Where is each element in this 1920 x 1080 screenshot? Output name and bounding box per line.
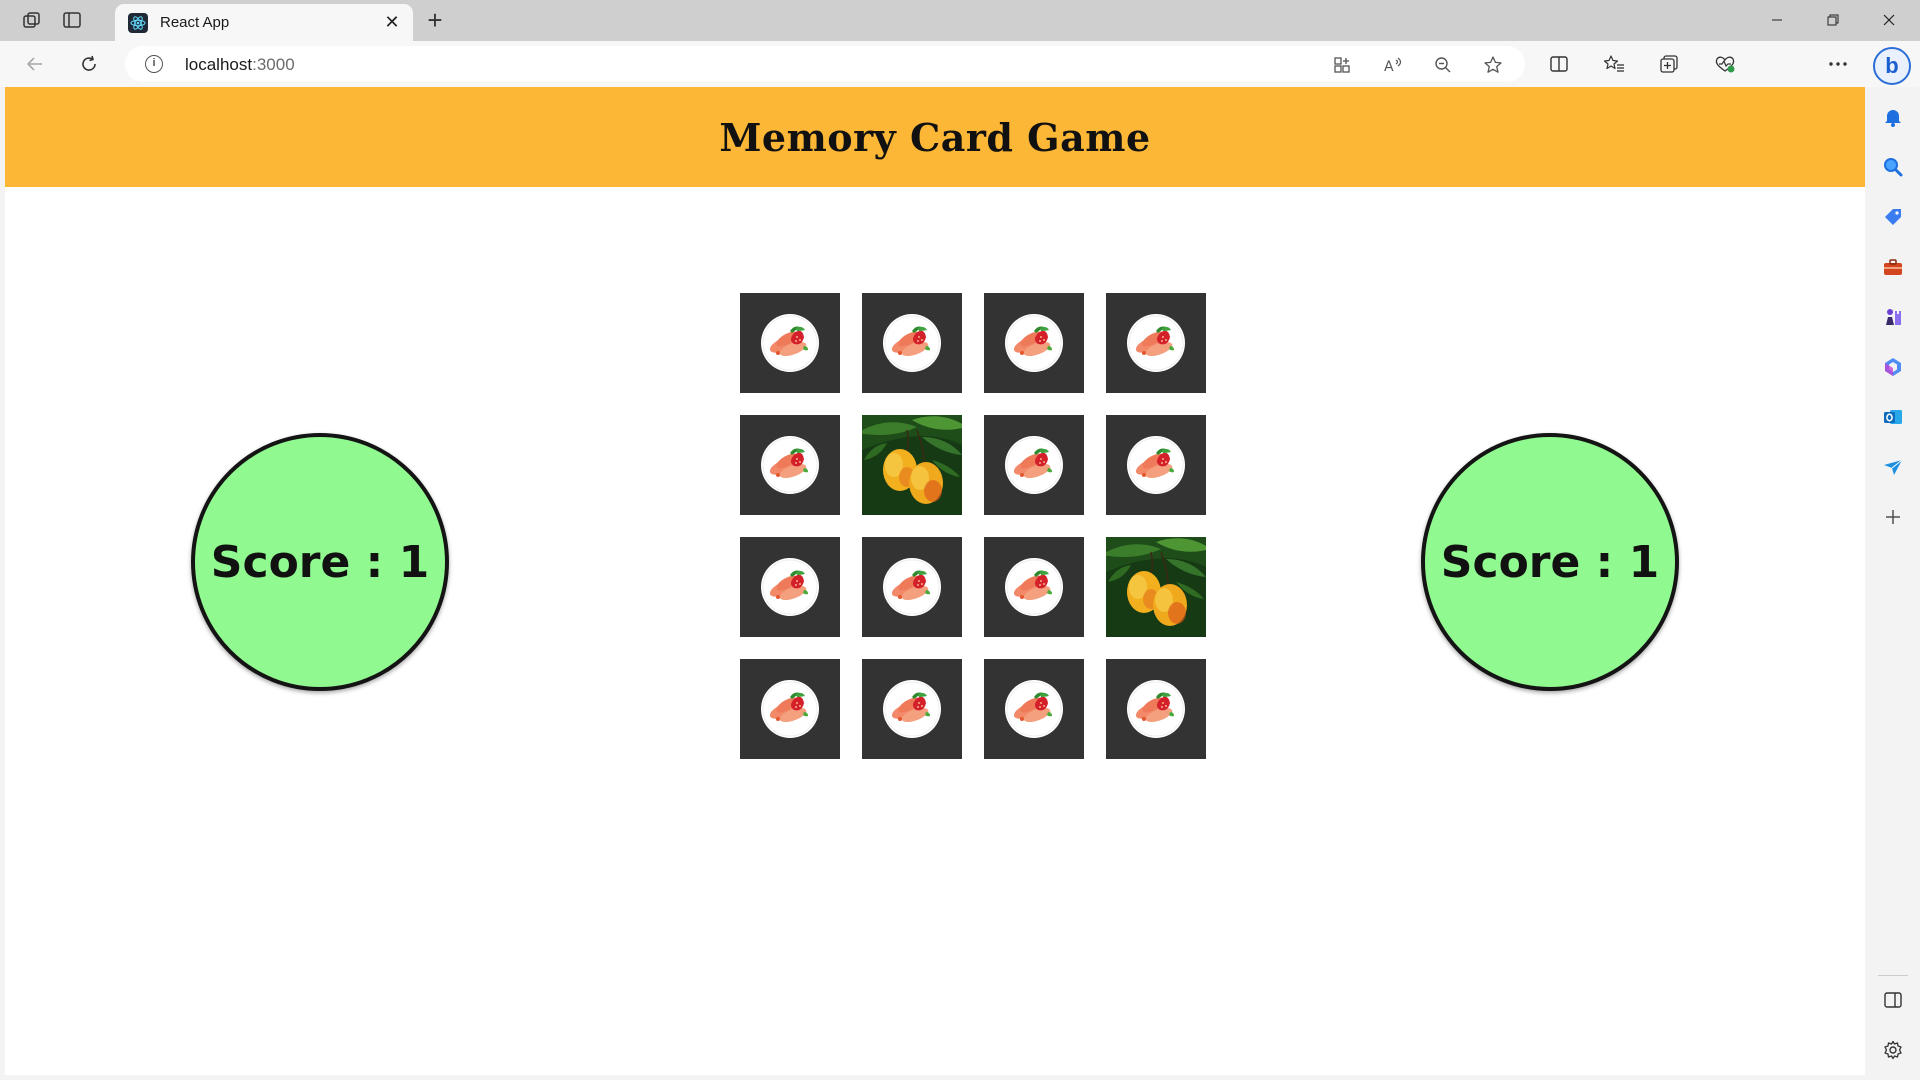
memory-card[interactable] (1106, 293, 1206, 393)
browser-toolbar: i localhost:3000 A (0, 41, 1920, 119)
fruit-plate-icon (883, 314, 941, 372)
memory-card-revealed[interactable] (862, 415, 962, 515)
card-grid (740, 293, 1208, 761)
hide-sidebar-icon[interactable] (1880, 987, 1906, 1013)
shopping-tag-icon[interactable] (1880, 204, 1906, 230)
settings-gear-icon[interactable] (1880, 1037, 1906, 1063)
player-two-score: Score : 1 (1421, 433, 1679, 691)
tab-bar: React App ✕ + (0, 0, 1920, 41)
memory-card[interactable] (740, 537, 840, 637)
more-options-icon[interactable] (1823, 49, 1853, 79)
memory-card[interactable] (862, 293, 962, 393)
score-label: Score : 1 (1440, 536, 1660, 588)
edge-sidebar (1866, 87, 1920, 1080)
memory-card[interactable] (984, 415, 1084, 515)
read-aloud-icon[interactable]: A (1382, 54, 1404, 76)
workspaces-icon[interactable] (18, 8, 46, 32)
new-tab-button[interactable]: + (420, 6, 450, 36)
search-icon[interactable] (1880, 154, 1906, 180)
zoom-out-icon[interactable] (1432, 54, 1454, 76)
minimize-icon[interactable] (1754, 6, 1800, 34)
tools-briefcase-icon[interactable] (1880, 254, 1906, 280)
tab-react-app[interactable]: React App ✕ (115, 4, 413, 41)
address-url[interactable]: localhost:3000 (185, 55, 295, 75)
bing-copilot-icon[interactable]: b (1873, 47, 1911, 85)
page-title: Memory Card Game (719, 114, 1151, 160)
memory-card[interactable] (740, 415, 840, 515)
memory-card[interactable] (740, 659, 840, 759)
address-bar[interactable]: i localhost:3000 A (125, 46, 1525, 82)
address-host: localhost (185, 55, 253, 74)
app-available-icon[interactable] (1331, 54, 1353, 76)
fruit-plate-icon (883, 680, 941, 738)
fruit-plate-icon (883, 558, 941, 616)
memory-card[interactable] (984, 537, 1084, 637)
memory-card[interactable] (984, 293, 1084, 393)
memory-card[interactable] (1106, 659, 1206, 759)
app-header: Memory Card Game (5, 87, 1865, 187)
fruit-plate-icon (1127, 680, 1185, 738)
notifications-bell-icon[interactable] (1880, 104, 1906, 130)
memory-card-revealed[interactable] (1106, 537, 1206, 637)
fruit-plate-icon (1005, 680, 1063, 738)
close-window-icon[interactable] (1866, 6, 1912, 34)
fruit-plate-icon (1127, 314, 1185, 372)
fruit-plate-icon (761, 314, 819, 372)
memory-card[interactable] (862, 537, 962, 637)
browser-essentials-icon[interactable] (1710, 49, 1740, 79)
add-sidebar-app-icon[interactable] (1880, 504, 1906, 530)
collections-icon[interactable] (1654, 49, 1684, 79)
player-one-score: Score : 1 (191, 433, 449, 691)
tab-actions-icon[interactable] (58, 8, 86, 32)
drop-send-icon[interactable] (1880, 454, 1906, 480)
address-port: :3000 (252, 55, 295, 74)
fruit-plate-icon (761, 558, 819, 616)
tab-close-icon[interactable]: ✕ (381, 11, 403, 33)
sidebar-divider (1878, 975, 1908, 976)
svg-text:A: A (1384, 59, 1394, 74)
favorite-star-icon[interactable] (1482, 54, 1504, 76)
fruit-plate-icon (1005, 558, 1063, 616)
tab-title: React App (160, 14, 230, 31)
site-info-icon[interactable]: i (145, 55, 163, 73)
fruit-plate-icon (1005, 436, 1063, 494)
react-logo-icon (128, 13, 148, 33)
back-arrow-icon[interactable] (20, 49, 50, 79)
fruit-plate-icon (761, 680, 819, 738)
refresh-icon[interactable] (74, 49, 104, 79)
games-chess-icon[interactable] (1880, 304, 1906, 330)
mango-icon (1106, 537, 1206, 637)
memory-card[interactable] (984, 659, 1084, 759)
fruit-plate-icon (761, 436, 819, 494)
outlook-icon[interactable] (1880, 404, 1906, 430)
score-label: Score : 1 (210, 536, 430, 588)
page-viewport: Memory Card Game Score : 1 Score : 1 (5, 87, 1865, 1075)
fruit-plate-icon (1127, 436, 1185, 494)
memory-card[interactable] (862, 659, 962, 759)
memory-card[interactable] (740, 293, 840, 393)
split-screen-icon[interactable] (1544, 49, 1574, 79)
memory-card[interactable] (1106, 415, 1206, 515)
favorites-list-icon[interactable] (1599, 49, 1629, 79)
microsoft-365-icon[interactable] (1880, 354, 1906, 380)
fruit-plate-icon (1005, 314, 1063, 372)
restore-icon[interactable] (1810, 6, 1856, 34)
mango-icon (862, 415, 962, 515)
